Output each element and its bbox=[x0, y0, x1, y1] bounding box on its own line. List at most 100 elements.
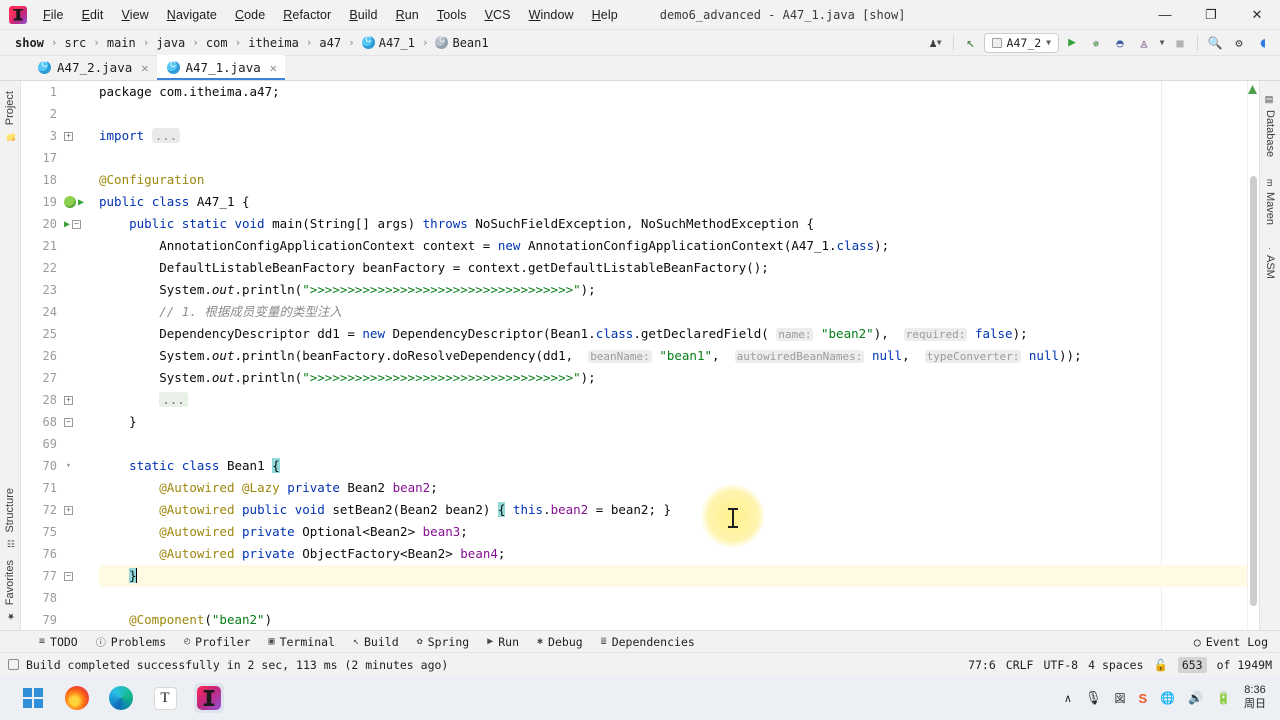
menu-item-file[interactable]: File bbox=[35, 5, 72, 25]
gutter-line[interactable]: 1 bbox=[21, 81, 99, 103]
updates-icon[interactable]: ↖ bbox=[960, 32, 982, 54]
breadcrumb-item-a47_1[interactable]: A47_1 bbox=[357, 34, 420, 52]
main-menu[interactable]: File Edit View Navigate Code Refactor Build Run… bbox=[35, 5, 626, 25]
gutter-line[interactable]: 76 bbox=[21, 543, 99, 565]
editor-code-area[interactable]: package com.itheima.a47; import ... @Con… bbox=[99, 81, 1247, 630]
maximize-button[interactable]: ❐ bbox=[1188, 0, 1234, 30]
breadcrumb[interactable]: show › src › main › java › com › itheima › a47 › A47_1… bbox=[0, 34, 494, 52]
unlocked-padlock-icon[interactable]: 🔓 bbox=[1154, 658, 1168, 672]
code-line[interactable]: AnnotationConfigApplicationContext conte… bbox=[99, 235, 1247, 257]
taskbar-clock[interactable]: 8:36 周日 bbox=[1244, 684, 1266, 712]
code-line[interactable]: System.out.println(">>>>>>>>>>>>>>>>>>>>… bbox=[99, 279, 1247, 301]
sidebar-item-asm[interactable]: · ASM bbox=[1262, 241, 1278, 285]
code-line[interactable]: import ... bbox=[99, 125, 1247, 147]
firefox-icon[interactable] bbox=[62, 683, 92, 713]
code-editor[interactable]: 1 2 3 +17 18 19 ▶ 20 ▶ −21 22 23 24 25 26 27 28 +68−69 70 ▾… bbox=[21, 81, 1259, 630]
close-button[interactable]: ✕ bbox=[1234, 0, 1280, 30]
tool-window-todo[interactable]: ≡ TODO bbox=[30, 633, 87, 651]
gutter-line[interactable]: 68− bbox=[21, 411, 99, 433]
breadcrumb-item-main[interactable]: main bbox=[102, 34, 141, 52]
close-icon[interactable]: ✕ bbox=[141, 61, 148, 75]
run-gutter-icon[interactable]: ▶ bbox=[78, 197, 84, 208]
run-with-coverage-button[interactable]: ◓ bbox=[1109, 32, 1131, 54]
code-line[interactable]: @Autowired public void setBean2(Bean2 be… bbox=[99, 499, 1247, 521]
intellij-idea-taskbar-icon[interactable] bbox=[194, 683, 224, 713]
spring-bean-icon[interactable] bbox=[64, 196, 76, 208]
breadcrumb-item-java[interactable]: java bbox=[151, 34, 190, 52]
code-line[interactable]: @Autowired private Optional<Bean2> bean3… bbox=[99, 521, 1247, 543]
code-line[interactable] bbox=[99, 103, 1247, 125]
gutter-line[interactable]: 26 bbox=[21, 345, 99, 367]
menu-item-navigate[interactable]: Navigate bbox=[159, 5, 225, 25]
gutter-line[interactable]: 72 + bbox=[21, 499, 99, 521]
battery-icon[interactable]: 🔋 bbox=[1216, 691, 1231, 705]
gutter-line[interactable]: 27 bbox=[21, 367, 99, 389]
menu-item-edit[interactable]: Edit bbox=[74, 5, 112, 25]
code-line[interactable] bbox=[99, 147, 1247, 169]
sidebar-item-structure[interactable]: ☷ Structure bbox=[2, 482, 18, 554]
tool-window-profiler[interactable]: ◴ Profiler bbox=[175, 633, 259, 651]
run-button[interactable]: ▶ bbox=[1061, 32, 1083, 54]
breadcrumb-item-itheima[interactable]: itheima bbox=[243, 34, 304, 52]
code-line[interactable]: @Configuration bbox=[99, 169, 1247, 191]
gutter-line[interactable]: 18 bbox=[21, 169, 99, 191]
menu-item-tools[interactable]: Tools bbox=[429, 5, 475, 25]
menu-item-vcs[interactable]: VCS bbox=[477, 5, 519, 25]
windows-start-icon[interactable] bbox=[18, 683, 48, 713]
fold-plus-icon[interactable]: + bbox=[64, 395, 73, 405]
gutter-line[interactable]: 28 + bbox=[21, 389, 99, 411]
menu-item-view[interactable]: View bbox=[114, 5, 157, 25]
breadcrumb-item-a47[interactable]: a47 bbox=[314, 34, 346, 52]
tool-window-run[interactable]: ▶ Run bbox=[478, 633, 528, 651]
gutter-line[interactable]: 75 bbox=[21, 521, 99, 543]
file-encoding[interactable]: UTF-8 bbox=[1043, 658, 1078, 672]
indent-setting[interactable]: 4 spaces bbox=[1088, 658, 1143, 672]
gutter-line[interactable]: 3 + bbox=[21, 125, 99, 147]
code-line[interactable]: System.out.println(beanFactory.doResolve… bbox=[99, 345, 1247, 367]
gutter-line[interactable]: 22 bbox=[21, 257, 99, 279]
input-method-icon[interactable]: 図 bbox=[1114, 690, 1125, 706]
tool-window-problems[interactable]: ⓘ Problems bbox=[87, 632, 175, 651]
tool-window-spring[interactable]: ✿ Spring bbox=[408, 633, 479, 651]
run-gutter-icon[interactable]: ▶ bbox=[64, 219, 70, 230]
profiler-button[interactable]: ◬ bbox=[1133, 32, 1155, 54]
scrollbar-thumb[interactable] bbox=[1250, 176, 1257, 606]
gutter-line[interactable]: 71 bbox=[21, 477, 99, 499]
breadcrumb-item-com[interactable]: com bbox=[201, 34, 233, 52]
code-line[interactable]: } bbox=[99, 411, 1247, 433]
fold-arrow-icon[interactable]: ▾ bbox=[64, 461, 73, 471]
gutter-line[interactable]: 69 bbox=[21, 433, 99, 455]
menu-item-help[interactable]: Help bbox=[584, 5, 626, 25]
tool-window-build[interactable]: ↖ Build bbox=[344, 633, 408, 651]
microphone-icon[interactable]: 🎙 bbox=[1085, 690, 1102, 706]
editor-scrollbar[interactable] bbox=[1247, 81, 1259, 630]
code-line[interactable]: @Component("bean2") bbox=[99, 609, 1247, 630]
code-line[interactable]: } bbox=[99, 565, 1247, 587]
editor-tab-A47_1-java[interactable]: A47_1.java ✕ bbox=[156, 55, 285, 80]
menu-item-window[interactable]: Window bbox=[521, 5, 582, 25]
gutter-line[interactable]: 24 bbox=[21, 301, 99, 323]
code-line[interactable]: ... bbox=[99, 389, 1247, 411]
menu-item-build[interactable]: Build bbox=[341, 5, 385, 25]
breadcrumb-item-src[interactable]: src bbox=[60, 34, 92, 52]
code-line[interactable]: public class A47_1 { bbox=[99, 191, 1247, 213]
fold-plus-icon[interactable]: + bbox=[64, 505, 73, 515]
sidebar-item-project[interactable]: 📁 Project bbox=[2, 85, 18, 147]
editor-tab-A47_2-java[interactable]: A47_2.java ✕ bbox=[28, 55, 157, 80]
code-line[interactable]: @Autowired @Lazy private Bean2 bean2; bbox=[99, 477, 1247, 499]
sogou-input-icon[interactable]: S bbox=[1138, 691, 1147, 706]
code-line[interactable]: DependencyDescriptor dd1 = new Dependenc… bbox=[99, 323, 1247, 345]
inspection-widget-icon[interactable] bbox=[1248, 85, 1257, 94]
tool-window-terminal[interactable]: ▣ Terminal bbox=[260, 633, 344, 651]
breadcrumb-item-bean1[interactable]: Bean1 bbox=[430, 34, 493, 52]
tool-window-dependencies[interactable]: ≣ Dependencies bbox=[592, 633, 704, 651]
code-line[interactable]: package com.itheima.a47; bbox=[99, 81, 1247, 103]
sidebar-item-favorites[interactable]: ★ Favorites bbox=[2, 554, 18, 626]
user-avatar-icon[interactable]: ♟ ▼ bbox=[925, 32, 947, 54]
gutter-line[interactable]: 70 ▾ bbox=[21, 455, 99, 477]
fold-minus-icon[interactable]: − bbox=[64, 571, 73, 581]
gutter-line[interactable]: 21 bbox=[21, 235, 99, 257]
profiler-dropdown-icon[interactable]: ▼ bbox=[1157, 32, 1167, 54]
tool-window-debug[interactable]: ✱ Debug bbox=[528, 633, 592, 651]
code-line[interactable]: @Autowired private ObjectFactory<Bean2> … bbox=[99, 543, 1247, 565]
